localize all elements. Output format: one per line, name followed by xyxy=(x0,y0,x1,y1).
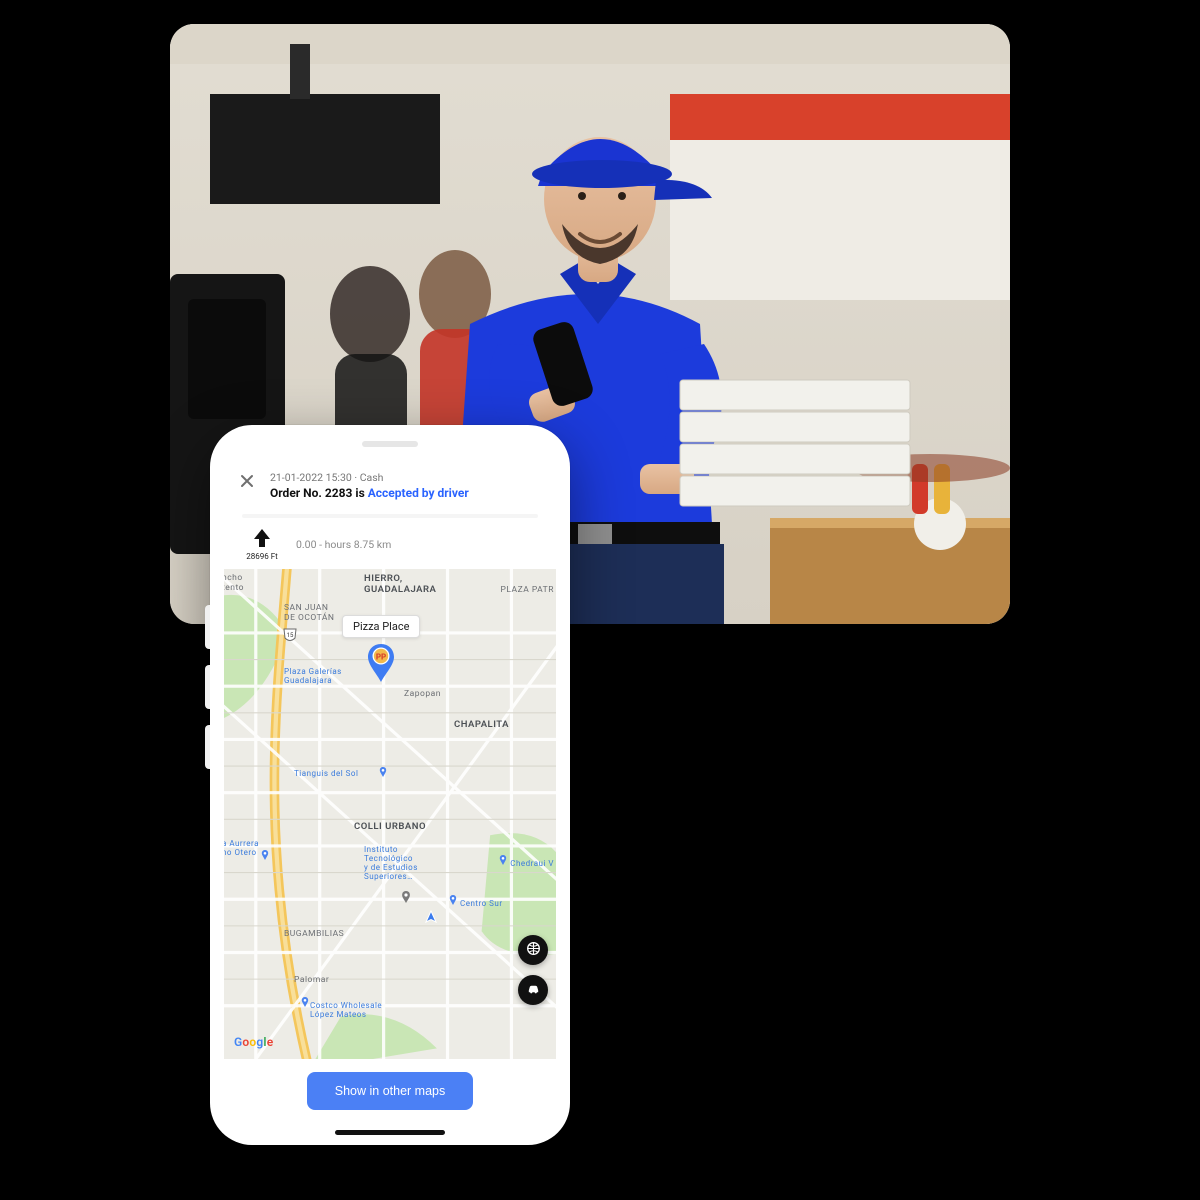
map-label-sanjuan: SAN JUAN DE OCOTÁN xyxy=(284,603,335,623)
highway-shield-icon: 15 xyxy=(282,627,298,643)
phone-speaker xyxy=(362,441,418,447)
map-poi-centro-sur[interactable]: Centro Sur xyxy=(460,899,503,908)
phone-mockup: 21-01-2022 15:30 · Cash Order No. 2283 i… xyxy=(210,425,570,1145)
close-icon[interactable] xyxy=(240,473,254,492)
map-poi-chedraui[interactable]: Chedraui V xyxy=(510,859,554,868)
pin-tooltip: Pizza Place xyxy=(342,615,420,638)
location-cursor-icon xyxy=(424,909,438,923)
map-label-rancho: ncho tento xyxy=(224,573,244,593)
bottom-bar: Show in other maps xyxy=(224,1059,556,1123)
svg-text:PP: PP xyxy=(376,653,386,662)
poi-pin-icon[interactable] xyxy=(378,767,388,777)
destination-pin[interactable]: Pizza Place PP xyxy=(342,615,420,682)
order-meta: 21-01-2022 15:30 · Cash xyxy=(270,471,538,484)
direction-up-icon xyxy=(253,528,271,551)
order-title: Order No. 2283 is Accepted by driver xyxy=(270,486,538,500)
map-poi-tianguis[interactable]: Tianguis del Sol xyxy=(294,769,358,778)
car-icon xyxy=(526,981,541,1000)
map-label-chapalita: CHAPALITA xyxy=(454,719,509,730)
map-poi-plaza-galerias[interactable]: Plaza Galerías Guadalajara xyxy=(284,667,342,685)
order-header: 21-01-2022 15:30 · Cash Order No. 2283 i… xyxy=(224,457,556,508)
car-fab[interactable] xyxy=(518,975,548,1005)
svg-text:15: 15 xyxy=(287,632,294,639)
globe-fab[interactable] xyxy=(518,935,548,965)
show-in-other-maps-button[interactable]: Show in other maps xyxy=(307,1072,473,1110)
map-poi-aurrera[interactable]: a Aurrera no Otero xyxy=(224,839,259,857)
map-poi-instituto[interactable]: Instituto Tecnológico y de Estudios Supe… xyxy=(364,845,418,881)
map-poi-costco[interactable]: Costco Wholesale López Mateos xyxy=(310,1001,382,1019)
app-screen: 21-01-2022 15:30 · Cash Order No. 2283 i… xyxy=(224,457,556,1123)
eta-text: 0.00 - hours 8.75 km xyxy=(296,538,391,551)
poi-pin-icon[interactable] xyxy=(498,855,508,865)
map-label-hierro: HIERRO, GUADALAJARA xyxy=(364,573,436,595)
globe-icon xyxy=(526,941,541,960)
home-indicator xyxy=(335,1130,445,1135)
poi-pin-icon[interactable] xyxy=(300,997,310,1007)
map-label-palomar: Palomar xyxy=(294,975,329,985)
map-label-colli: COLLI URBANO xyxy=(354,821,426,832)
map-label-plaza-patr: PLAZA PATR xyxy=(501,585,554,595)
map-label-bugambilias: BUGAMBILIAS xyxy=(284,929,344,939)
map-label-zapopan: Zapopan xyxy=(404,689,441,699)
poi-pin-icon[interactable] xyxy=(260,850,270,860)
poi-pin-icon[interactable] xyxy=(448,895,458,905)
poi-marker-icon[interactable] xyxy=(400,891,412,903)
direction-distance: 28696 Ft xyxy=(246,552,278,561)
map-view[interactable]: HIERRO, GUADALAJARA Zapopan CHAPALITA CO… xyxy=(224,569,556,1059)
map-attribution: Google xyxy=(234,1035,273,1049)
nav-summary: 28696 Ft 0.00 - hours 8.75 km xyxy=(224,518,556,569)
